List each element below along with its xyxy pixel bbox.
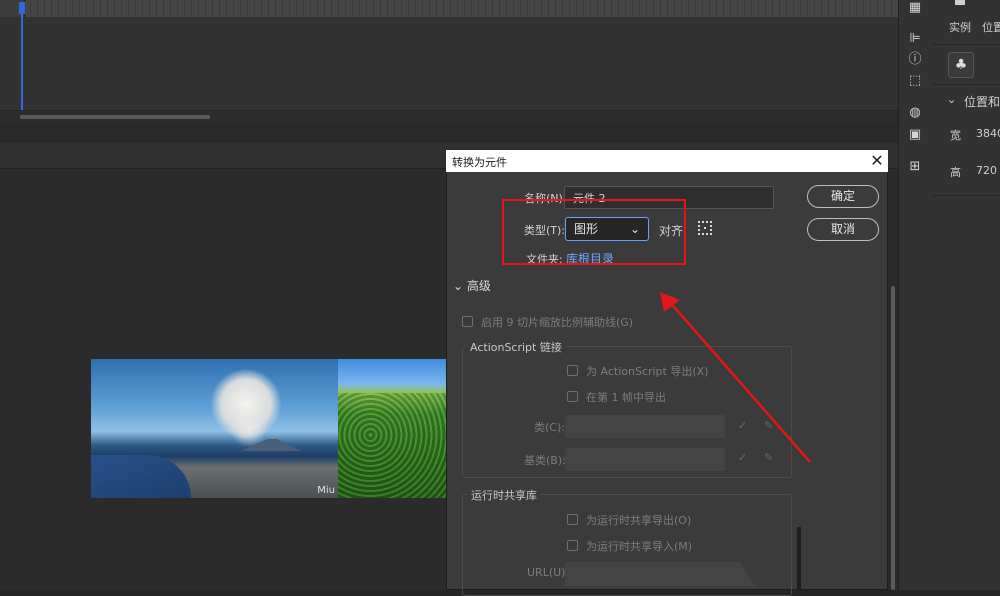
panel-divider	[932, 44, 1000, 45]
check-icon[interactable]: ✓	[738, 451, 747, 464]
class-label: 类(C):	[534, 421, 565, 434]
width-label: 宽	[950, 129, 961, 142]
export-actionscript-label: 为 ActionScript 导出(X)	[586, 365, 709, 378]
components-icon[interactable]: ⊞	[907, 159, 923, 175]
library-icon[interactable]: ▣	[907, 127, 923, 143]
url-label: URL(U):	[527, 566, 570, 579]
section-chevron-icon[interactable]: ⌄	[947, 93, 956, 106]
panel-divider	[932, 195, 1000, 196]
playhead-handle[interactable]	[19, 2, 25, 14]
runtime-import-label: 为运行时共享导入(M)	[586, 540, 693, 553]
timeline-scroll-thumb[interactable]	[20, 115, 210, 119]
close-icon[interactable]: ✕	[868, 151, 886, 171]
ok-button[interactable]: 确定	[807, 185, 879, 208]
color-palette-icon[interactable]: ◍	[907, 105, 923, 121]
url-input[interactable]	[565, 562, 755, 586]
dialog-titlebar[interactable]	[446, 150, 888, 172]
image-shore	[91, 455, 191, 498]
base-class-input[interactable]	[565, 448, 725, 471]
instance-label: 实例	[949, 21, 971, 34]
position-label: 位置	[982, 21, 1000, 34]
image-watermark: Miu	[317, 485, 335, 496]
check-icon[interactable]: ✓	[738, 419, 747, 432]
actionscript-group-title: ActionScript 链接	[466, 339, 566, 355]
width-value[interactable]: 3840	[976, 127, 1000, 140]
nine-slice-checkbox[interactable]	[462, 316, 473, 327]
runtime-export-label: 为运行时共享导出(O)	[586, 514, 692, 527]
grass-image[interactable]	[338, 359, 447, 498]
edit-pencil-icon[interactable]: ✎	[764, 419, 773, 432]
edit-pencil-icon[interactable]: ✎	[764, 451, 773, 464]
align-icon[interactable]: ⊫	[907, 31, 923, 47]
highlight-box	[502, 199, 686, 265]
dialog-title: 转换为元件	[452, 156, 507, 169]
chevron-down-icon: ⌄	[453, 279, 464, 293]
advanced-label: 高级	[466, 279, 491, 293]
info-icon[interactable]: ⓘ	[907, 52, 923, 68]
runtime-export-checkbox[interactable]	[567, 514, 578, 525]
dialog-scrollbar[interactable]	[891, 286, 895, 590]
export-frame1-label: 在第 1 帧中导出	[586, 391, 666, 404]
base-class-label: 基类(B):	[524, 454, 566, 467]
position-size-section[interactable]: 位置和	[964, 93, 1000, 110]
playhead-line	[21, 14, 23, 112]
symbol-icon[interactable]: ♣	[948, 52, 974, 78]
height-label: 高	[950, 166, 961, 179]
export-actionscript-checkbox[interactable]	[567, 365, 578, 376]
class-input[interactable]	[565, 415, 725, 438]
properties-panel	[932, 0, 1000, 590]
nine-slice-label: 启用 9 切片缩放比例辅助线(G)	[481, 316, 634, 329]
grass-texture	[338, 393, 446, 498]
dialog-inner-scrollbar[interactable]	[797, 527, 801, 590]
advanced-toggle[interactable]: ⌄ 高级	[453, 277, 491, 294]
runtime-group-title: 运行时共享库	[467, 487, 541, 503]
timeline-panel	[0, 0, 898, 125]
transform-icon[interactable]: ⬚	[907, 73, 923, 89]
export-frame1-checkbox[interactable]	[567, 391, 578, 402]
grid-panel-icon[interactable]: ▦	[907, 0, 923, 16]
height-value[interactable]: 720	[976, 164, 997, 177]
panel-divider	[932, 84, 1000, 85]
cancel-button[interactable]: 取消	[807, 218, 879, 241]
panel-mode-icon[interactable]	[955, 0, 965, 5]
panel-divider	[0, 125, 898, 144]
registration-grid-icon[interactable]	[698, 221, 712, 235]
volcano-image[interactable]: Miu	[91, 359, 338, 498]
runtime-import-checkbox[interactable]	[567, 540, 578, 551]
timeline-frame-strip[interactable]	[24, 0, 898, 17]
